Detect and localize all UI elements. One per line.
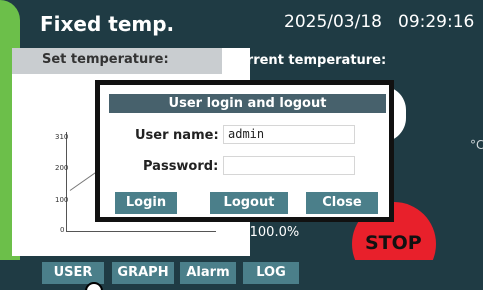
temperature-unit: °C xyxy=(470,138,483,152)
graph-x-axis xyxy=(66,231,216,232)
set-temperature-label-box: Set temperature: xyxy=(12,48,222,74)
username-label: User name: xyxy=(135,128,219,143)
nav-alarm-button[interactable]: Alarm xyxy=(180,262,236,284)
mv-readout: MV:100.0% xyxy=(222,225,299,240)
close-button[interactable]: Close xyxy=(306,192,378,214)
logout-button[interactable]: Logout xyxy=(210,192,288,214)
graph-tick-200: 200 xyxy=(55,164,69,172)
login-dialog: User login and logout User name: admin P… xyxy=(95,80,394,222)
stop-label: STOP xyxy=(365,232,422,254)
nav-graph-button[interactable]: GRAPH xyxy=(112,262,174,284)
password-label: Password: xyxy=(143,159,219,174)
mv-label: MV: xyxy=(222,225,250,240)
page-title: Fixed temp. xyxy=(40,12,175,36)
password-field[interactable] xyxy=(223,156,355,175)
mv-value: 100.0% xyxy=(249,225,300,240)
username-field[interactable]: admin xyxy=(223,125,355,144)
nav-log-button[interactable]: LOG xyxy=(243,262,299,284)
dialog-title: User login and logout xyxy=(109,94,386,113)
current-temperature-label: Current temperature: xyxy=(228,53,387,68)
header-date: 2025/03/18 xyxy=(284,12,382,32)
graph-tick-310: 310 xyxy=(55,133,69,141)
set-temperature-label: Set temperature: xyxy=(42,52,169,67)
graph-tick-100: 100 xyxy=(55,196,69,204)
login-button[interactable]: Login xyxy=(115,192,177,214)
nav-user-button[interactable]: USER xyxy=(42,262,104,284)
graph-y-axis xyxy=(66,132,67,232)
header-time: 09:29:16 xyxy=(398,12,475,32)
hmi-screen: Fixed temp. 2025/03/18 09:29:16 Set temp… xyxy=(0,0,483,290)
graph-tick-0: 0 xyxy=(60,226,65,234)
